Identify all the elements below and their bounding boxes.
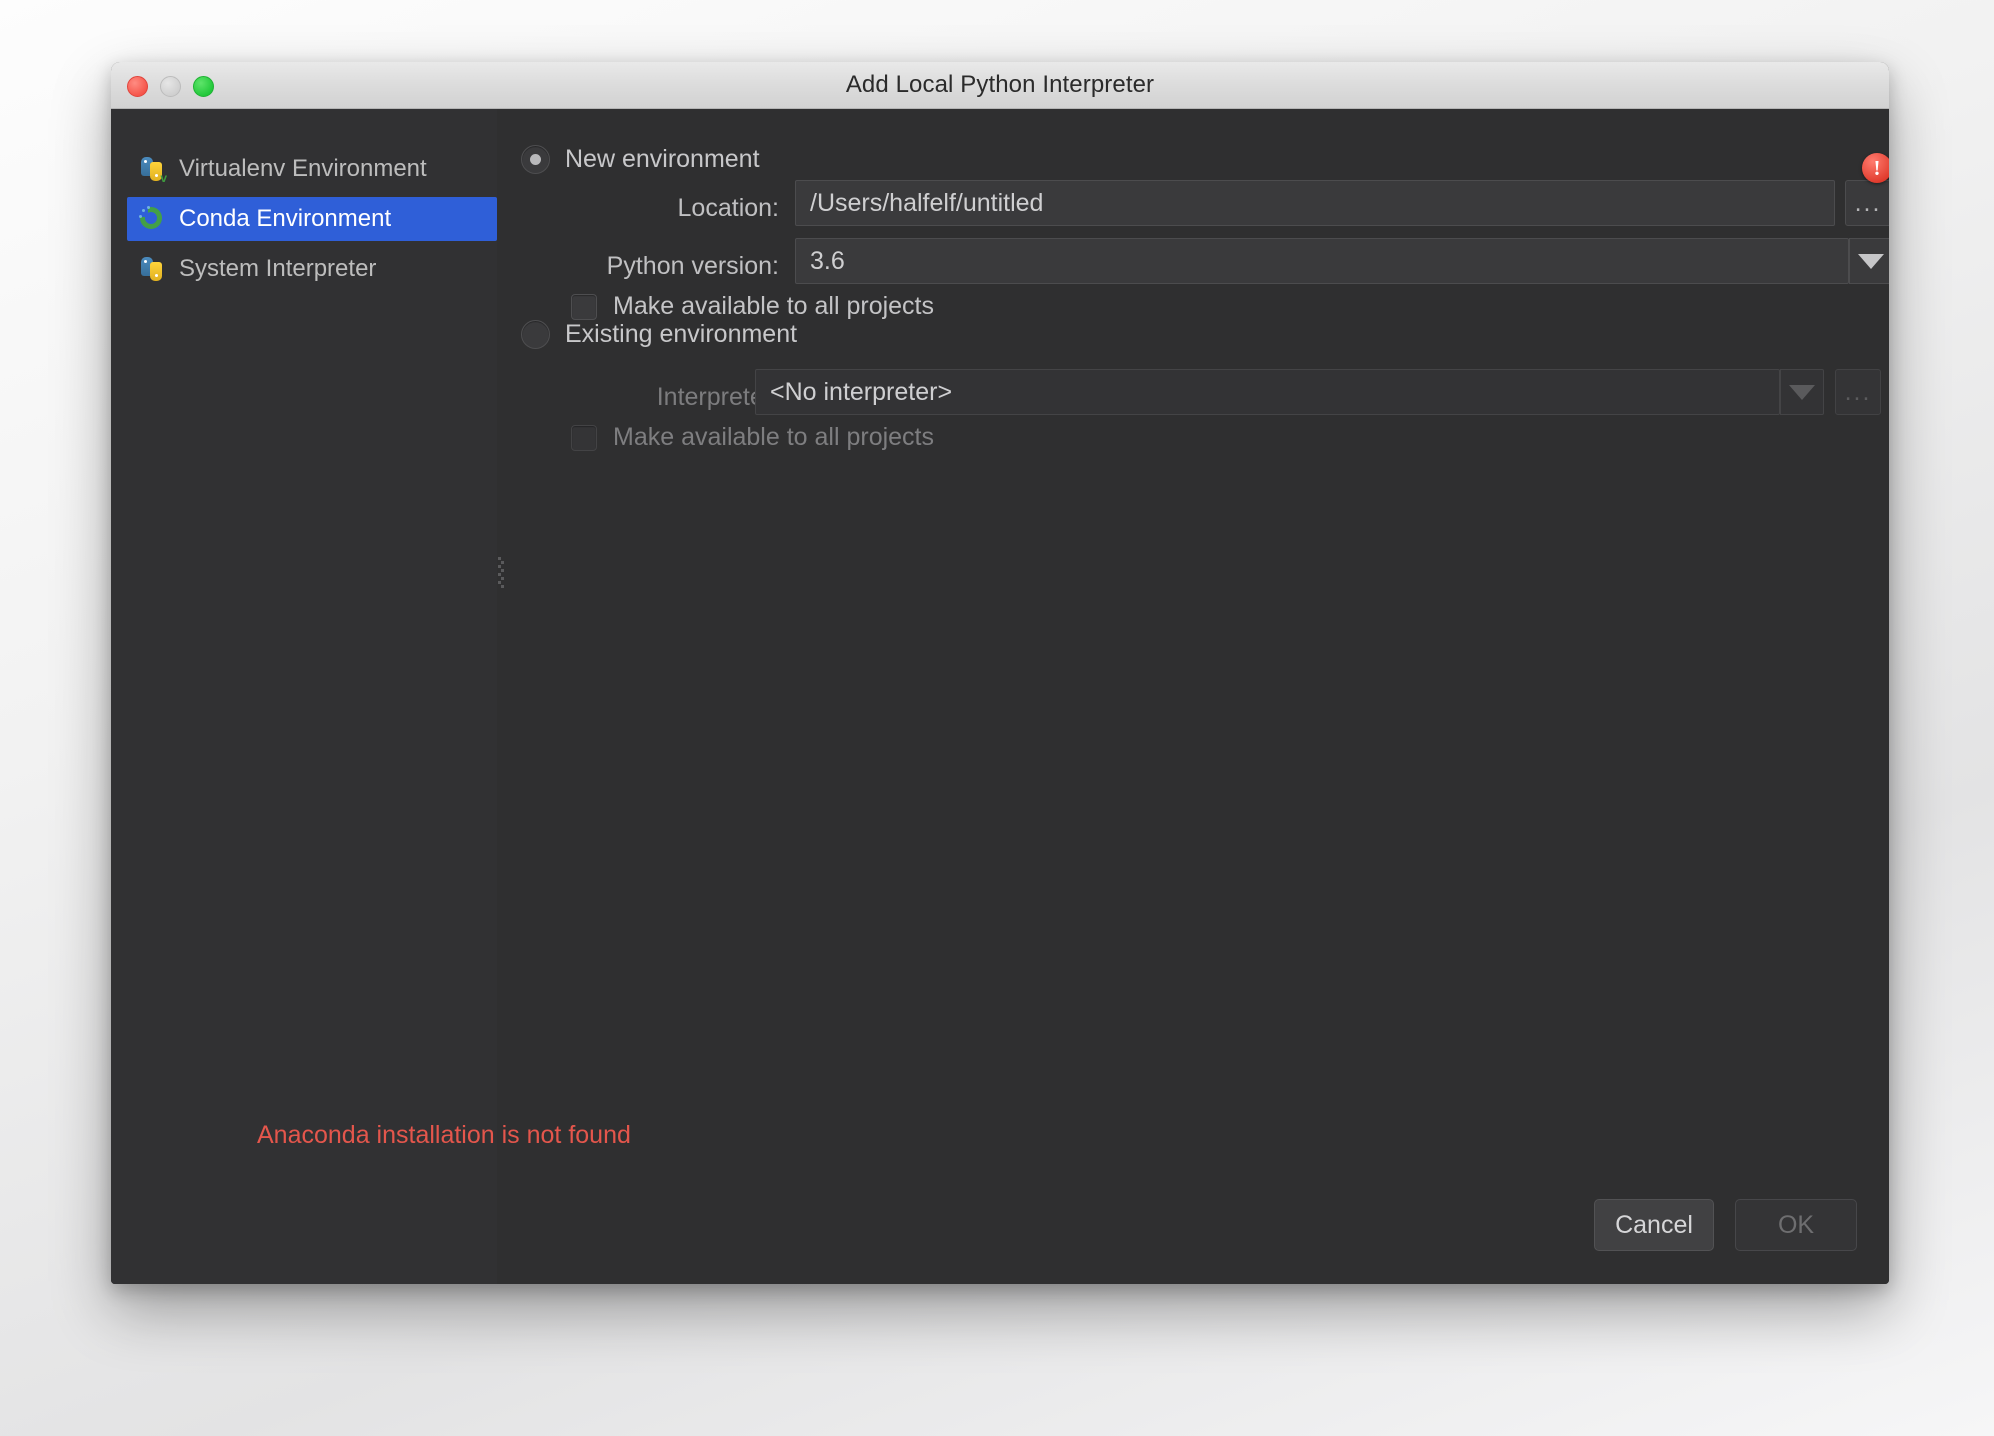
radio-indicator — [521, 320, 550, 349]
make-available-existing-env-checkbox[interactable]: Make available to all projects — [571, 423, 934, 452]
dialog-body: v Virtualenv Environment Conda Environme… — [111, 109, 1889, 1284]
python-version-dropdown-arrow[interactable] — [1849, 238, 1889, 284]
existing-environment-radio[interactable]: Existing environment — [521, 320, 797, 349]
add-local-python-interpreter-dialog: Add Local Python Interpreter v Virtualen… — [111, 62, 1889, 1284]
python-version-select-value[interactable]: 3.6 — [795, 238, 1849, 284]
error-badge-icon: ! — [1862, 153, 1889, 183]
sidebar-item-virtualenv-environment[interactable]: v Virtualenv Environment — [127, 147, 497, 191]
ok-button[interactable]: OK — [1735, 1199, 1857, 1251]
window-titlebar: Add Local Python Interpreter — [111, 62, 1889, 109]
desktop-background: Add Local Python Interpreter v Virtualen… — [0, 0, 1994, 1436]
interpreter-browse-button[interactable]: ... — [1835, 369, 1881, 415]
cancel-button[interactable]: Cancel — [1594, 1199, 1714, 1251]
error-message-text: Anaconda installation is not found — [257, 1121, 631, 1149]
sidebar-item-conda-environment[interactable]: Conda Environment — [127, 197, 497, 241]
window-title: Add Local Python Interpreter — [845, 71, 1155, 98]
python-icon — [139, 256, 165, 282]
location-input[interactable]: /Users/halfelf/untitled — [795, 180, 1835, 226]
chevron-down-icon — [1858, 253, 1884, 269]
conda-icon — [139, 206, 165, 232]
sidebar-item-system-interpreter[interactable]: System Interpreter — [127, 247, 497, 291]
sidebar-item-label: System Interpreter — [179, 255, 377, 282]
python-venv-icon: v — [139, 156, 167, 184]
checkbox-indicator — [571, 293, 597, 320]
interpreter-label: Interpreter: — [656, 383, 779, 411]
make-available-existing-env-label: Make available to all projects — [613, 423, 934, 451]
python-version-label: Python version: — [606, 252, 779, 280]
existing-environment-label: Existing environment — [565, 320, 798, 348]
interpreter-dropdown-arrow[interactable] — [1780, 369, 1824, 415]
location-browse-button[interactable]: ... — [1845, 180, 1889, 226]
make-available-new-env-label: Make available to all projects — [613, 292, 934, 320]
radio-indicator — [521, 145, 550, 174]
location-label: Location: — [677, 194, 779, 222]
environment-type-sidebar: v Virtualenv Environment Conda Environme… — [111, 109, 497, 1284]
checkbox-indicator — [571, 424, 597, 451]
environment-settings-panel: New environment Location: /Users/halfelf… — [505, 109, 1889, 1284]
panel-splitter-handle[interactable] — [498, 557, 504, 591]
make-available-new-env-checkbox[interactable]: Make available to all projects — [571, 292, 934, 321]
chevron-down-icon — [1789, 384, 1815, 400]
new-environment-radio[interactable]: New environment — [521, 145, 760, 174]
interpreter-select-value[interactable]: <No interpreter> — [755, 369, 1780, 415]
sidebar-item-label: Virtualenv Environment — [179, 155, 427, 182]
new-environment-label: New environment — [565, 145, 760, 173]
sidebar-item-label: Conda Environment — [179, 205, 392, 232]
